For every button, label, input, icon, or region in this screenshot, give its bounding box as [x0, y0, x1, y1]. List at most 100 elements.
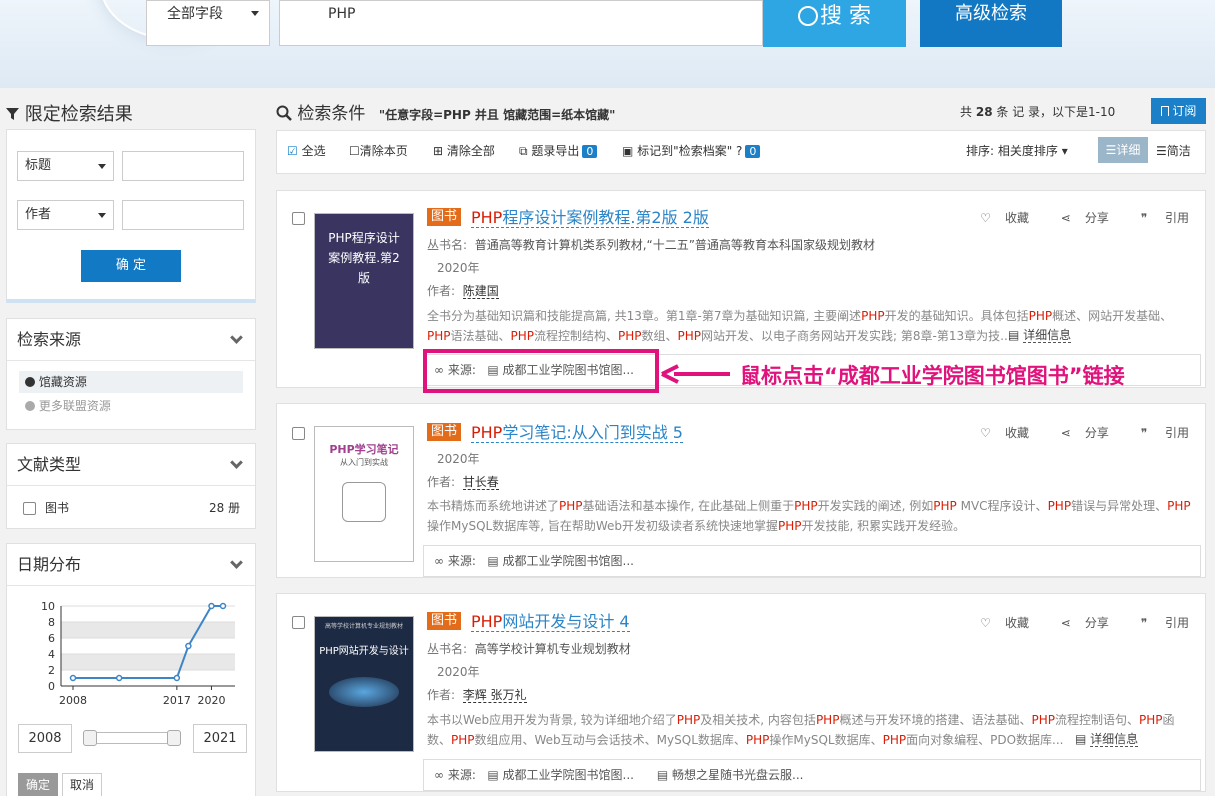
date-panel-header[interactable]: 日期分布 — [7, 544, 255, 586]
author-link[interactable]: 李辉 张万礼 — [462, 688, 527, 703]
doctype-panel-header[interactable]: 文献类型 — [7, 444, 255, 486]
abstract-text: 概述与开发环境的搭建、语法基础、 — [839, 713, 1032, 727]
subscribe-button[interactable]: 订阅 — [1151, 98, 1206, 124]
share-button[interactable]: ⋖ 分享 — [1047, 616, 1109, 630]
abstract-text: 全书分为基础知识篇和技能提高篇, 共13章。第1章-第7章为基础知识篇, 主要阐… — [427, 309, 862, 323]
date-ok-button[interactable]: 确定 — [18, 773, 58, 796]
filter-input-1[interactable] — [122, 151, 244, 181]
collect-label: 收藏 — [1004, 616, 1029, 630]
sort-dropdown[interactable]: 排序: 相关度排序 ▾ — [966, 143, 1068, 159]
data-point — [115, 674, 123, 682]
refine-confirm-button[interactable]: 确 定 — [81, 250, 181, 282]
keyword-highlight: PHP — [1031, 713, 1055, 727]
collect-button[interactable]: ♡ 收藏 — [966, 616, 1029, 630]
keyword-highlight: PHP — [745, 733, 770, 747]
refine-title-text: 限定检索结果 — [24, 104, 133, 125]
abstract-text: 流程控制结构、 — [534, 329, 619, 343]
title-rest: 网站开发与设计 4 — [502, 612, 630, 631]
select-all-button[interactable]: ☑ 全选 — [287, 143, 326, 159]
author-link[interactable]: 甘长春 — [462, 475, 499, 490]
clear-all-button[interactable]: ⊞ 清除全部 — [433, 143, 495, 159]
abstract-text: 开发实践的阐述, 例如 — [817, 499, 934, 513]
view-detail-button[interactable]: ☰详细 — [1098, 137, 1148, 163]
heart-icon: ♡ — [980, 211, 991, 225]
cite-button[interactable]: ❞ 引用 — [1127, 211, 1189, 225]
mark-label: 标记到"检索档案" — [637, 144, 733, 158]
filter-input-2[interactable] — [122, 200, 244, 230]
filter-field-select-2[interactable]: 作者 — [17, 200, 114, 230]
result-title-link[interactable]: PHP学习笔记:从入门到实战 5 — [471, 423, 683, 443]
doctype-tag: 图书 — [427, 208, 462, 226]
search-input[interactable]: PHP — [279, 0, 763, 46]
document-icon: ▤ — [656, 768, 669, 782]
share-button[interactable]: ⋖ 分享 — [1047, 211, 1109, 225]
series-value: 高等学校计算机专业规划教材 — [474, 642, 631, 656]
abstract-text: 语法基础、 — [450, 329, 511, 343]
slider-handle-start[interactable] — [83, 730, 97, 746]
date-from-input[interactable]: 2008 — [18, 724, 72, 753]
source-item-union[interactable]: 更多联盟资源 — [25, 397, 111, 415]
refine-panel: 标题 作者 确 定 — [6, 129, 256, 303]
heart-icon: ♡ — [980, 616, 991, 630]
abstract-text: 数组应用、Web互动与会话技术、MySQL数据库、 — [474, 733, 746, 747]
clear-page-label: 清除本页 — [359, 144, 408, 158]
source-panel-header[interactable]: 检索来源 — [7, 319, 255, 361]
document-icon: ▤ — [487, 554, 499, 568]
clear-page-button[interactable]: ☐清除本页 — [349, 143, 408, 159]
circle-arrow-icon — [25, 377, 35, 387]
result-title-link[interactable]: PHP网站开发与设计 4 — [471, 612, 630, 632]
date-cancel-button[interactable]: 取消 — [62, 773, 102, 796]
slider-handle-end[interactable] — [167, 730, 181, 746]
keyword-highlight: PHP — [427, 329, 451, 343]
search-field-select[interactable]: 全部字段 — [146, 0, 270, 46]
abstract-text: 面向对象编程、PDO数据库... — [906, 733, 1064, 747]
caret-down-icon — [98, 164, 106, 169]
check-square-icon: ☑ — [287, 144, 298, 158]
search-button[interactable]: 搜 索 — [763, 0, 906, 47]
detail-info-link[interactable]: ▤ 详细信息 — [1008, 326, 1072, 343]
title-rest: 程序设计案例教程.第2版 2版 — [502, 208, 709, 227]
date-to-input[interactable]: 2021 — [193, 724, 247, 753]
source-link-2[interactable]: 畅想之星随书光盘云服... — [672, 768, 803, 782]
filter-field-select-1[interactable]: 标题 — [17, 151, 114, 181]
result-title-link[interactable]: PHP程序设计案例教程.第2版 2版 — [471, 208, 709, 228]
cover-title: PHP学习笔记 — [329, 443, 399, 456]
cite-button[interactable]: ❞ 引用 — [1127, 616, 1189, 630]
export-button[interactable]: ⧉ 题录导出 0 — [519, 143, 598, 159]
result-checkbox[interactable] — [292, 427, 305, 440]
mark-archive-button[interactable]: ▣ 标记到"检索档案" ? 0 — [622, 143, 761, 159]
book-cover-1[interactable]: PHP程序设计案例教程.第2版 — [314, 213, 414, 349]
y-tick-label: 6 — [48, 632, 55, 645]
view-simple-button[interactable]: ☰简洁 — [1156, 143, 1191, 159]
source-link[interactable]: 成都工业学院图书馆图... — [503, 554, 634, 568]
y-tick-label: 4 — [48, 648, 55, 661]
advanced-search-button[interactable]: 高级检索 — [920, 0, 1062, 47]
result-checkbox[interactable] — [292, 212, 305, 225]
title-highlight: PHP — [471, 423, 503, 442]
select-all-label: 全选 — [301, 144, 326, 158]
share-icon: ⋖ — [1060, 426, 1071, 440]
book-cover-2[interactable]: PHP学习笔记 从入门到实战 — [314, 426, 414, 562]
collect-button[interactable]: ♡ 收藏 — [966, 211, 1029, 225]
caret-down-icon: ▾ — [1061, 144, 1068, 158]
list-icon: ☰ — [1105, 143, 1117, 157]
source-item-holdings[interactable]: 馆藏资源 — [19, 371, 243, 393]
cite-button[interactable]: ❞ 引用 — [1127, 426, 1189, 440]
share-button[interactable]: ⋖ 分享 — [1047, 426, 1109, 440]
bookmark-icon — [1160, 106, 1169, 116]
question-icon: ? — [736, 144, 743, 158]
collect-button[interactable]: ♡ 收藏 — [966, 426, 1029, 440]
detail-info-link[interactable]: ▤ 详细信息 — [1075, 730, 1139, 747]
doctype-checkbox[interactable] — [23, 502, 36, 515]
source-link[interactable]: 成都工业学院图书馆图... — [503, 768, 634, 782]
result-item: PHP学习笔记 从入门到实战 图书 PHP学习笔记:从入门到实战 5 ♡ 收藏 ⋖… — [276, 403, 1206, 578]
author-link[interactable]: 陈建国 — [462, 284, 499, 299]
result-checkbox[interactable] — [292, 616, 305, 629]
date-range-slider[interactable] — [83, 730, 181, 746]
book-cover-3[interactable]: 高等学校计算机专业规划教材 PHP网站开发与设计 — [314, 616, 414, 752]
date-distribution-chart[interactable]: 0 2 4 6 8 10 2008 2017 2020 — [27, 600, 247, 710]
arrow-left-icon — [661, 364, 730, 384]
result-actions: ♡ 收藏 ⋖ 分享 ❞ 引用 — [952, 209, 1189, 226]
doctype-tag: 图书 — [427, 423, 462, 441]
doctype-count: 28 册 — [209, 499, 240, 517]
